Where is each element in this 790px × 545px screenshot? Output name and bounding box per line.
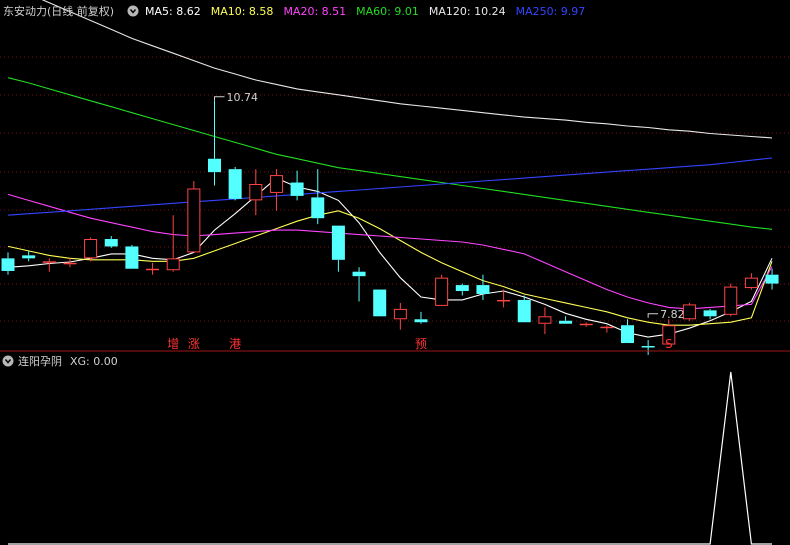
indicator-title: 连阳孕阴 [18,355,62,368]
candle-body [125,246,139,269]
signal-marker: 涨 [188,336,200,351]
chart-title: 东安动力(日线 前复权) [3,4,114,18]
ma-legend-label: MA5: 8.62 [145,5,201,18]
candle-body [682,304,696,320]
candle [724,283,738,317]
candle-body [146,268,160,271]
indicator-header: 连阳孕阴 XG: 0.00 [2,355,118,368]
ma-legend-label: MA120: 10.24 [429,5,506,18]
candle [373,289,387,317]
annotation-label: 7.82 [660,308,685,321]
signal-marker: 港 [229,337,241,351]
ma-legend-label: MA250: 9.97 [516,5,586,18]
candle-body [352,271,366,277]
candle-body [579,323,593,326]
stock-chart: 10.747.82 增涨港预S 东安动力(日线 前复权) MA5: 8.62 MA… [0,0,790,545]
settings-toggle-icon[interactable] [127,5,139,17]
candle-body [497,299,511,302]
annotation-label: 10.74 [227,91,259,104]
candle [125,244,139,269]
candle-body [414,319,428,323]
candle-body [84,239,98,259]
candle-body [765,274,779,284]
candle-body [63,262,77,265]
candle-body [228,169,242,199]
candle-body [104,239,118,247]
candle-body [249,184,263,201]
candle-body [373,289,387,317]
indicator-toggle-icon[interactable] [2,355,14,367]
candle [435,274,449,306]
ma-legend-label: MA10: 8.58 [211,5,274,18]
indicator-value: XG: 0.00 [70,355,118,368]
ma-legend-label: MA60: 9.01 [356,5,419,18]
candle-body [641,346,655,348]
signal-marker: 增 [167,337,179,351]
candle-body [22,255,36,259]
candle-body [517,299,531,323]
candle-body [621,325,634,344]
candle-body [455,285,469,292]
candle-body [269,175,283,193]
candle [84,237,98,262]
candle-body [393,308,407,320]
candle-body [724,286,738,315]
candle-body [435,277,449,306]
candle-body [290,182,304,196]
candle-body [538,316,552,324]
chart-header: 东安动力(日线 前复权) MA5: 8.62 MA10: 8.58 MA20: 8.… [3,4,585,18]
candle [682,302,696,321]
candle-body [1,258,15,271]
candle-body [166,258,180,271]
candle-body [331,225,345,260]
candle [228,166,242,201]
candle-body [208,158,221,173]
candle-body [744,277,758,289]
candle-body [600,326,614,329]
signal-marker: 预 [415,337,427,351]
candle [187,181,201,253]
candle-body [311,197,325,219]
ma-legend: MA5: 8.62 MA10: 8.58 MA20: 8.51 MA60: 9.01 M… [145,5,585,18]
candle-body [187,188,201,253]
candle-body [559,320,573,324]
ma-legend-label: MA20: 8.51 [283,5,346,18]
chart-background [0,0,790,545]
signal-marker: S [665,337,673,351]
candle-body [703,310,717,317]
candle-body [476,285,490,295]
candle-body [42,261,56,263]
